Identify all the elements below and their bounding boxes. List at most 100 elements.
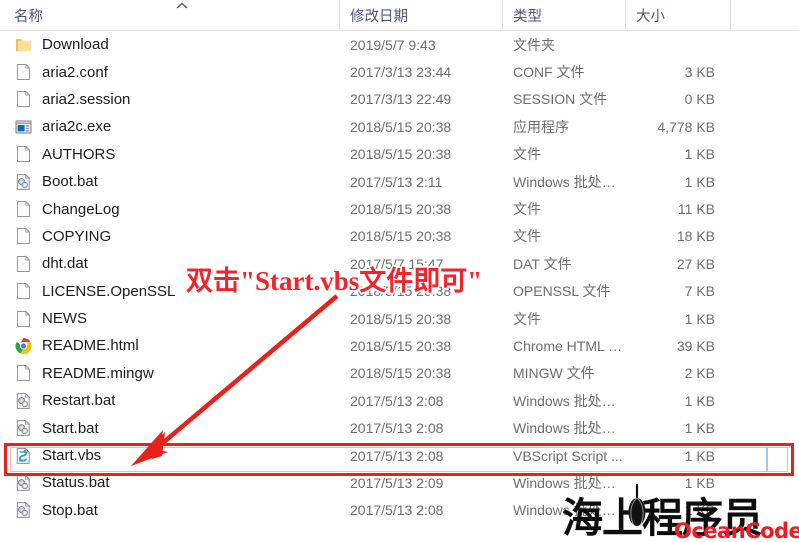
file-name-cell[interactable]: ChangeLog — [0, 199, 340, 219]
file-name-cell[interactable]: Boot.bat — [0, 172, 340, 192]
file-name-label: README.html — [42, 337, 139, 355]
file-name-cell[interactable]: aria2.conf — [0, 62, 340, 82]
file-row[interactable]: Download 2019/5/7 9:43 文件夹 — [0, 31, 799, 58]
file-name-cell[interactable]: aria2.session — [0, 89, 340, 109]
file-row[interactable]: Boot.bat 2017/5/13 2:11 Windows 批处理... 1 KB — [0, 168, 799, 195]
file-type-cell: Windows 批处理... — [513, 420, 626, 437]
file-type-cell: SESSION 文件 — [513, 91, 608, 108]
generic-file-icon — [14, 309, 33, 329]
file-size-cell: 1 KB — [684, 392, 715, 409]
file-size-cell: 11 KB — [677, 201, 715, 218]
file-name-cell[interactable]: AUTHORS — [0, 144, 340, 164]
file-row[interactable]: NEWS 2018/5/15 20:38 文件 1 KB — [0, 305, 799, 332]
file-row[interactable]: README.html 2018/5/15 20:38 Chrome HTML D.… — [0, 332, 799, 359]
file-type-cell: Windows 批处理... — [513, 392, 626, 409]
file-row[interactable]: Restart.bat 2017/5/13 2:08 Windows 批处理... 1… — [0, 387, 799, 414]
column-header-size-label: 大小 — [636, 8, 665, 25]
file-row[interactable]: Start.vbs 2017/5/13 2:08 VBScript Script .… — [0, 442, 799, 469]
file-row[interactable]: aria2c.exe 2018/5/15 20:38 应用程序 4,778 KB — [0, 113, 799, 140]
file-size-cell: 0 KB — [684, 91, 715, 108]
file-name-cell[interactable]: Download — [0, 35, 340, 55]
file-date-cell: 2018/5/15 20:38 — [350, 118, 452, 135]
file-type-cell: MINGW 文件 — [513, 365, 595, 382]
file-row[interactable]: Status.bat 2017/5/13 2:09 Windows 批处理... 1 … — [0, 469, 799, 496]
file-row[interactable]: README.mingw 2018/5/15 20:38 MINGW 文件 2 KB — [0, 360, 799, 387]
file-date-cell: 2018/5/15 20:38 — [350, 201, 452, 218]
file-date-cell: 2017/5/13 2:09 — [350, 474, 444, 491]
file-date-cell: 2018/5/15 20:38 — [350, 228, 452, 245]
file-date-cell: 2017/5/13 2:08 — [350, 420, 444, 437]
file-row[interactable]: aria2.conf 2017/3/13 23:44 CONF 文件 3 KB — [0, 58, 799, 85]
file-type-cell: 文件 — [513, 310, 541, 327]
file-name-label: ChangeLog — [42, 200, 120, 218]
file-name-cell[interactable]: aria2c.exe — [0, 117, 340, 137]
column-header-size[interactable]: 大小 — [626, 0, 731, 31]
file-name-cell[interactable]: Start.vbs — [0, 446, 340, 466]
file-name-label: README.mingw — [42, 364, 154, 382]
folder-icon — [14, 35, 33, 55]
sort-ascending-chevron-up-icon[interactable] — [175, 1, 189, 11]
file-type-cell: CONF 文件 — [513, 64, 585, 81]
file-explorer-list-view: 名称 修改日期 类型 大小 Download 2019/5/7 9:43 文件夹 ar… — [0, 0, 799, 542]
file-type-cell: Chrome HTML D... — [513, 337, 626, 354]
file-type-cell: 文件夹 — [513, 36, 555, 53]
batch-file-icon — [14, 473, 33, 493]
column-header-name[interactable]: 名称 — [0, 0, 340, 31]
executable-icon — [14, 117, 33, 137]
file-date-cell: 2017/5/13 2:08 — [350, 392, 444, 409]
file-size-cell: 1 KB — [684, 474, 715, 491]
file-size-cell: 2 KB — [684, 365, 715, 382]
column-header-date-modified[interactable]: 修改日期 — [340, 0, 503, 31]
file-type-cell: VBScript Script ... — [513, 447, 623, 464]
file-date-cell: 2018/5/15 20:38 — [350, 365, 452, 382]
file-name-cell[interactable]: README.mingw — [0, 363, 340, 383]
file-type-cell: 应用程序 — [513, 118, 569, 135]
column-header-type-label: 类型 — [513, 8, 542, 25]
file-name-cell[interactable]: Restart.bat — [0, 391, 340, 411]
column-header-spacer — [731, 0, 799, 31]
file-date-cell: 2017/5/13 2:08 — [350, 502, 444, 519]
file-name-label: aria2c.exe — [42, 118, 112, 136]
file-type-cell: Windows 批处理... — [513, 173, 626, 190]
start-vbs-row-caret — [766, 447, 768, 472]
file-date-cell: 2018/5/15 20:38 — [350, 146, 452, 163]
file-row[interactable]: ChangeLog 2018/5/15 20:38 文件 11 KB — [0, 195, 799, 222]
file-size-cell: 1 KB — [684, 310, 715, 327]
file-type-cell: Windows 批处理... — [513, 474, 626, 491]
file-name-cell[interactable]: COPYING — [0, 226, 340, 246]
file-name-label: aria2.conf — [42, 63, 108, 81]
file-row[interactable]: aria2.session 2017/3/13 22:49 SESSION 文件 0 … — [0, 86, 799, 113]
column-header-row: 名称 修改日期 类型 大小 — [0, 0, 799, 31]
file-name-label: COPYING — [42, 227, 112, 245]
file-row[interactable]: Start.bat 2017/5/13 2:08 Windows 批处理... 1 K… — [0, 414, 799, 441]
file-name-cell[interactable]: NEWS — [0, 309, 340, 329]
file-size-cell: 39 KB — [676, 337, 715, 354]
generic-file-icon — [14, 144, 33, 164]
generic-file-icon — [14, 226, 33, 246]
batch-file-icon — [14, 391, 33, 411]
file-name-label: NEWS — [42, 310, 87, 328]
file-row[interactable]: Stop.bat 2017/5/13 2:08 Windows 批处理... 1 KB — [0, 497, 799, 524]
file-size-cell: 7 KB — [684, 283, 715, 300]
file-name-cell[interactable]: README.html — [0, 336, 340, 356]
file-name-cell[interactable]: Stop.bat — [0, 500, 340, 520]
column-header-type[interactable]: 类型 — [503, 0, 626, 31]
file-name-cell[interactable]: Status.bat — [0, 473, 340, 493]
generic-file-icon — [14, 281, 33, 301]
file-date-cell: 2018/5/15 20:38 — [350, 310, 452, 327]
file-row[interactable]: COPYING 2018/5/15 20:38 文件 18 KB — [0, 223, 799, 250]
file-row[interactable]: AUTHORS 2018/5/15 20:38 文件 1 KB — [0, 141, 799, 168]
file-name-cell[interactable]: Start.bat — [0, 418, 340, 438]
file-size-cell: 18 KB — [676, 228, 715, 245]
file-size-cell: 1 KB — [684, 173, 715, 190]
file-type-cell: DAT 文件 — [513, 255, 572, 272]
file-size-cell: 1 KB — [684, 420, 715, 437]
file-date-cell: 2017/3/13 23:44 — [350, 64, 452, 81]
file-size-cell: 3 KB — [684, 64, 715, 81]
generic-file-icon — [14, 89, 33, 109]
batch-file-icon — [14, 418, 33, 438]
file-name-label: Restart.bat — [42, 392, 116, 410]
batch-file-icon — [14, 500, 33, 520]
file-name-label: Start.vbs — [42, 447, 102, 465]
annotation-text: 双击"Start.vbs文件即可" — [186, 266, 483, 296]
